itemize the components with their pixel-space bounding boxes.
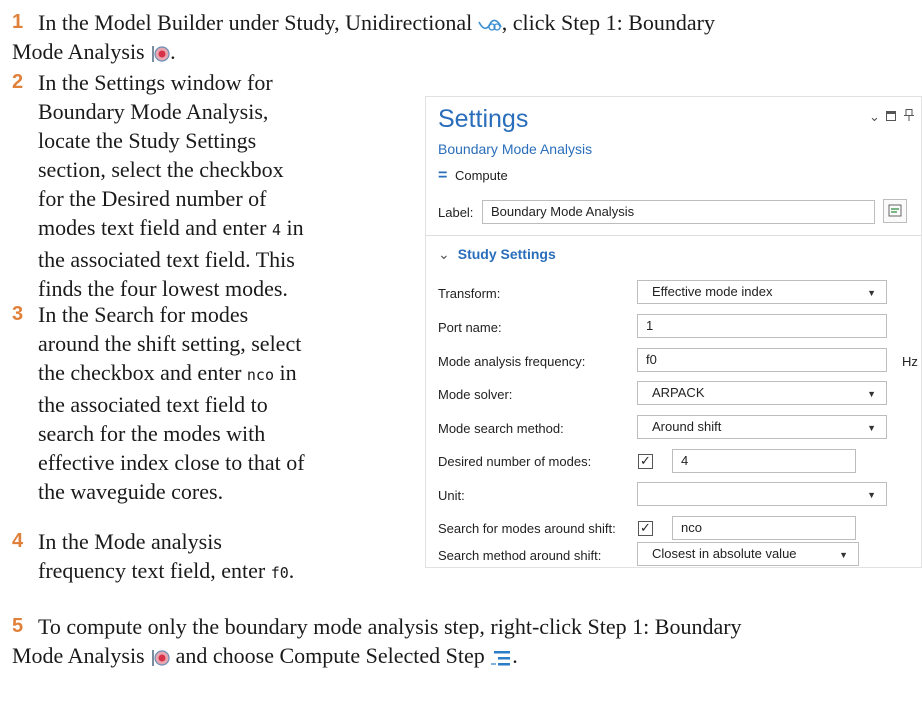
- step-line: for the Desired number of: [38, 186, 267, 211]
- pin-icon[interactable]: [904, 109, 914, 124]
- step-4: 4 In the Mode analysis frequency text fi…: [12, 527, 412, 587]
- step-text: In the Model Builder under Study, Unidir…: [38, 10, 473, 35]
- step-line: frequency text field, enter f0.: [38, 558, 295, 583]
- step-number: 2: [12, 71, 24, 93]
- step-2: 2 In the Settings window for Boundary Mo…: [12, 68, 412, 301]
- step-text: , click Step 1: Boundary: [501, 10, 715, 35]
- code-value: nco: [246, 366, 274, 384]
- step-line: the waveguide cores.: [38, 479, 224, 504]
- step-number: 5: [12, 615, 24, 637]
- step-1: 1 In the Model Builder under Study, Unid…: [12, 8, 917, 68]
- frequency-unit: Hz: [902, 354, 918, 369]
- unit-label: Unit:: [438, 488, 465, 503]
- desired-modes-label: Desired number of modes:: [438, 454, 592, 469]
- search-method-shift-label: Search method around shift:: [438, 548, 602, 563]
- chevron-down-icon: ▼: [867, 389, 876, 399]
- step-line: around the shift setting, select: [38, 331, 302, 356]
- compute-button[interactable]: = Compute: [438, 167, 508, 185]
- step-line: Boundary Mode Analysis,: [38, 99, 269, 124]
- mode-frequency-field[interactable]: f0: [637, 348, 887, 372]
- mode-search-method-select[interactable]: Around shift ▼: [637, 415, 887, 439]
- mode-solver-select[interactable]: ARPACK ▼: [637, 381, 887, 405]
- step-text: .: [170, 39, 176, 64]
- mode-search-method-label: Mode search method:: [438, 421, 564, 436]
- step-line: In the Settings window for: [38, 70, 273, 95]
- checkbox-check-icon: ✓: [640, 453, 651, 468]
- step-number: 3: [12, 303, 24, 325]
- step-number: 1: [12, 11, 24, 33]
- compute-selected-step-icon: [491, 650, 511, 666]
- step-text: Mode Analysis: [12, 643, 145, 668]
- chevron-down-icon[interactable]: ⌄: [869, 109, 880, 125]
- chevron-down-icon: ▼: [867, 288, 876, 298]
- study-settings-header[interactable]: ⌄ Study Settings: [438, 246, 556, 263]
- maximize-icon[interactable]: [886, 109, 896, 124]
- chevron-down-icon: ⌄: [438, 246, 450, 262]
- unit-select[interactable]: ▼: [637, 482, 887, 506]
- compute-label: Compute: [454, 168, 508, 183]
- step-number: 4: [12, 530, 24, 552]
- step-line: the checkbox and enter nco in: [38, 360, 297, 385]
- chevron-down-icon: ▼: [867, 490, 876, 500]
- step-line: finds the four lowest modes.: [38, 276, 288, 301]
- mode-frequency-label: Mode analysis frequency:: [438, 354, 586, 369]
- step-line: effective index close to that of: [38, 450, 305, 475]
- step-line: the associated text field to: [38, 392, 268, 417]
- transform-select[interactable]: Effective mode index ▼: [637, 280, 887, 304]
- settings-title: Settings: [438, 105, 529, 133]
- desired-modes-field[interactable]: 4: [672, 449, 856, 473]
- desired-modes-checkbox[interactable]: ✓: [638, 454, 653, 469]
- equals-icon: =: [438, 167, 448, 184]
- mode-solver-label: Mode solver:: [438, 387, 513, 402]
- settings-window: Settings ⌄ Boundary Mode Analysis = Comp…: [425, 96, 922, 568]
- checkbox-check-icon: ✓: [640, 520, 651, 535]
- label-edit-icon: [888, 204, 902, 217]
- label-caption: Label:: [438, 205, 474, 220]
- transform-label: Transform:: [438, 286, 501, 301]
- search-shift-label: Search for modes around shift:: [438, 521, 616, 536]
- step-text: .: [512, 643, 518, 668]
- step-text: To compute only the boundary mode analys…: [38, 614, 742, 639]
- code-value: f0: [270, 564, 289, 582]
- port-name-label: Port name:: [438, 320, 502, 335]
- unidirectional-study-icon: [478, 19, 502, 31]
- label-field[interactable]: Boundary Mode Analysis: [482, 200, 875, 224]
- step-text: and choose Compute Selected Step: [175, 643, 485, 668]
- search-shift-checkbox[interactable]: ✓: [638, 521, 653, 536]
- boundary-mode-analysis-icon: [152, 45, 170, 62]
- search-method-shift-select[interactable]: Closest in absolute value ▼: [637, 542, 859, 566]
- step-line: section, select the checkbox: [38, 157, 284, 182]
- step-5: 5 To compute only the boundary mode anal…: [12, 612, 917, 672]
- chevron-down-icon: ▼: [839, 550, 848, 560]
- step-line: the associated text field. This: [38, 247, 295, 272]
- section-divider: [426, 235, 921, 236]
- chevron-down-icon: ▼: [867, 423, 876, 433]
- settings-subtitle: Boundary Mode Analysis: [438, 141, 593, 157]
- port-name-field[interactable]: 1: [637, 314, 887, 338]
- code-value: 4: [271, 221, 282, 239]
- label-edit-button[interactable]: [883, 199, 907, 223]
- step-text: Mode Analysis: [12, 39, 145, 64]
- step-line: In the Mode analysis: [38, 529, 222, 554]
- boundary-mode-analysis-icon: [152, 649, 170, 666]
- step-line: In the Search for modes: [38, 302, 249, 327]
- step-line: modes text field and enter 4 in: [38, 215, 304, 240]
- step-3: 3 In the Search for modes around the shi…: [12, 300, 412, 505]
- search-shift-field[interactable]: nco: [672, 516, 856, 540]
- step-line: search for the modes with: [38, 421, 266, 446]
- step-line: locate the Study Settings: [38, 128, 257, 153]
